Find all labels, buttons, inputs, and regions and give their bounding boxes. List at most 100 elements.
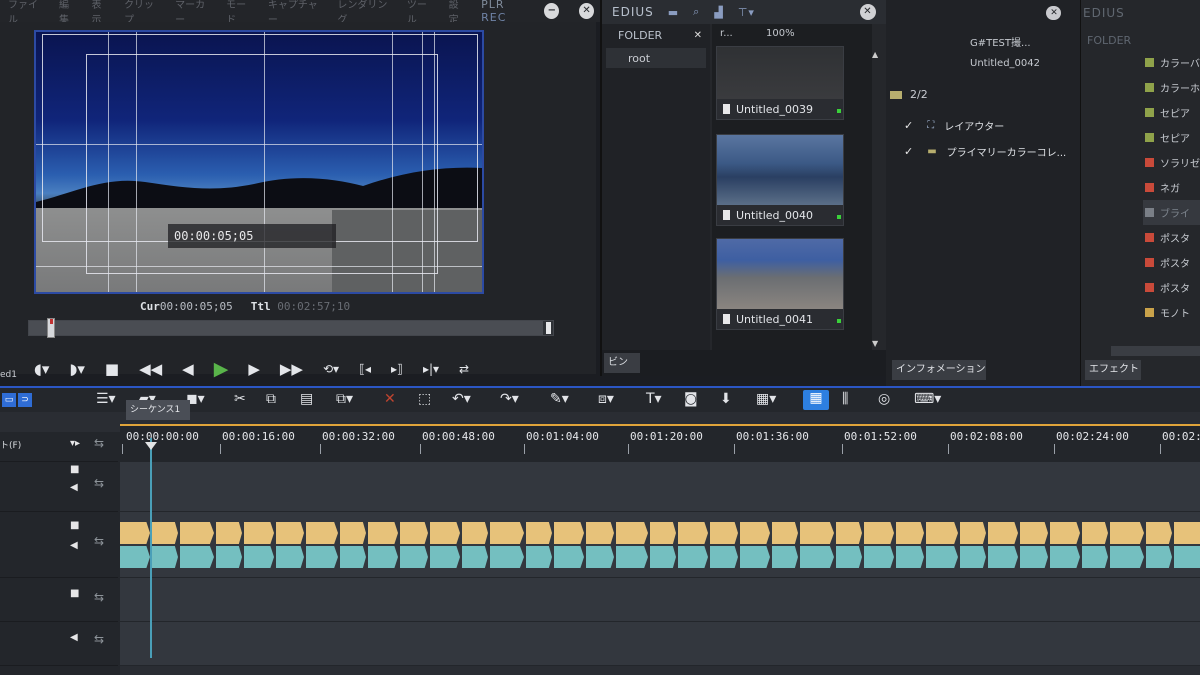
audio-clip[interactable]: [772, 546, 798, 568]
track-header[interactable]: ■ ⇆: [0, 578, 118, 622]
folder-close-icon[interactable]: ✕: [694, 30, 702, 41]
fx-horizontal-scrollbar[interactable]: [1111, 346, 1200, 356]
paste-icon[interactable]: ▤: [300, 391, 313, 407]
audio-clip[interactable]: [836, 546, 862, 568]
snapshot-icon[interactable]: ◙: [684, 391, 698, 407]
delete-icon[interactable]: ✕: [384, 391, 396, 407]
video-clip[interactable]: [896, 522, 924, 544]
cut-icon[interactable]: ✂: [234, 391, 246, 407]
audio-clip[interactable]: [526, 546, 552, 568]
prev-frame-icon[interactable]: ◀: [182, 360, 194, 378]
player-scrub-bar[interactable]: [28, 318, 554, 338]
audio-clip[interactable]: [800, 546, 834, 568]
audio-mixer-icon[interactable]: ⫼: [842, 391, 848, 407]
bin-scrollbar[interactable]: ▲ ▼: [872, 50, 884, 350]
audio-clip[interactable]: [586, 546, 614, 568]
folder-icon[interactable]: ▬: [668, 6, 679, 19]
video-clip[interactable]: [926, 522, 958, 544]
audio-clip[interactable]: [926, 546, 958, 568]
track-header[interactable]: ■ ◀ ⇆: [0, 462, 118, 512]
track-header[interactable]: ◀ ⇆: [0, 622, 118, 666]
audio-clip[interactable]: [1146, 546, 1172, 568]
bin-close-icon[interactable]: ✕: [860, 4, 876, 20]
video-mute-icon[interactable]: ■: [70, 588, 79, 599]
thumbnail-zoom[interactable]: 100%: [766, 28, 795, 39]
video-clip[interactable]: [988, 522, 1018, 544]
effect-item[interactable]: モノト: [1143, 300, 1200, 325]
video-clip[interactable]: [180, 522, 214, 544]
audio-clip[interactable]: [1020, 546, 1048, 568]
fx-close-icon[interactable]: ✕: [1047, 6, 1061, 20]
video-clip[interactable]: [306, 522, 338, 544]
audio-clip[interactable]: [650, 546, 676, 568]
tab-bin[interactable]: ビン: [604, 353, 640, 373]
play-icon[interactable]: ▶: [214, 358, 229, 380]
folder-root-item[interactable]: root: [606, 48, 706, 68]
video-clip[interactable]: [430, 522, 460, 544]
audio-clip[interactable]: [400, 546, 428, 568]
video-mute-icon[interactable]: ■: [70, 464, 79, 475]
track-header[interactable]: ■ ◀ ⇆: [0, 512, 118, 578]
plr-rec-indicator[interactable]: PLR REC: [481, 0, 530, 24]
playhead-marker[interactable]: [145, 442, 157, 450]
mode-icon[interactable]: ▭: [2, 393, 16, 407]
audio-clip[interactable]: [678, 546, 708, 568]
redo-icon[interactable]: ↷▾: [500, 391, 519, 407]
effect-item[interactable]: ポスタ: [1143, 225, 1200, 250]
tab-information[interactable]: インフォメーション: [892, 360, 986, 380]
applied-effect-item[interactable]: ✓ ▬ プライマリーカラーコレ...: [904, 144, 1066, 159]
timeline-ruler[interactable]: 00:00:00:00 00:00:16:00 00:00:32:00 00:0…: [120, 424, 1200, 462]
next-frame-icon[interactable]: ▶: [248, 360, 260, 378]
track-sync-icon[interactable]: ⇆: [94, 436, 104, 450]
audio-clip[interactable]: [896, 546, 924, 568]
audio-clip[interactable]: [554, 546, 584, 568]
timeline-track[interactable]: [120, 462, 1200, 512]
track-sync-icon[interactable]: ⇆: [94, 632, 104, 646]
audio-clip[interactable]: [1082, 546, 1108, 568]
audio-clip[interactable]: [1110, 546, 1144, 568]
view-mode-icon[interactable]: ⊤▾: [738, 6, 755, 19]
audio-clip[interactable]: [368, 546, 398, 568]
stop-icon[interactable]: ■: [105, 360, 119, 378]
render-icon[interactable]: ▦▾: [756, 391, 776, 407]
set-out-icon[interactable]: ▸⟧: [391, 362, 403, 376]
vectorscope-icon[interactable]: ◎: [878, 391, 890, 407]
copy-icon[interactable]: ⧉: [266, 391, 276, 407]
audio-clip[interactable]: [960, 546, 986, 568]
insert-icon[interactable]: ▸|▾: [423, 362, 439, 376]
ripple-delete-icon[interactable]: ⬚: [418, 391, 431, 407]
loop-icon[interactable]: ⟲▾: [323, 362, 339, 376]
check-icon[interactable]: ✓: [904, 119, 913, 132]
video-clip[interactable]: [526, 522, 552, 544]
pen-icon[interactable]: ✎▾: [550, 391, 569, 407]
track-sync-icon[interactable]: ⇆: [94, 534, 104, 548]
undo-icon[interactable]: ↶▾: [452, 391, 471, 407]
audio-clip[interactable]: [490, 546, 524, 568]
scrub-playhead[interactable]: [47, 318, 55, 338]
video-clip[interactable]: [800, 522, 834, 544]
video-clip[interactable]: [120, 522, 150, 544]
clip-item[interactable]: Untitled_0039: [716, 46, 844, 120]
audio-clip[interactable]: [1174, 546, 1200, 568]
video-clip[interactable]: [1146, 522, 1172, 544]
track-sync-icon[interactable]: ⇆: [94, 590, 104, 604]
video-clip[interactable]: [616, 522, 648, 544]
effect-item[interactable]: カラーホ: [1143, 75, 1200, 100]
video-clip[interactable]: [1082, 522, 1108, 544]
title-icon[interactable]: T▾: [646, 391, 662, 407]
applied-effect-item[interactable]: ✓ ⛶ レイアウター: [904, 118, 1004, 133]
tab-effects[interactable]: エフェクト: [1085, 360, 1141, 380]
rubberband-icon[interactable]: ⧈▾: [598, 391, 614, 407]
mark-in-icon[interactable]: ◖▾: [34, 360, 49, 378]
audio-clip[interactable]: [216, 546, 242, 568]
close-button[interactable]: ✕: [579, 3, 595, 19]
new-sequence-icon[interactable]: ☰▾: [96, 391, 116, 407]
audio-clip[interactable]: [1050, 546, 1080, 568]
video-clip[interactable]: [490, 522, 524, 544]
video-clip[interactable]: [864, 522, 894, 544]
audio-clip[interactable]: [462, 546, 488, 568]
effect-item[interactable]: カラーバ: [1143, 50, 1200, 75]
clip-item[interactable]: Untitled_0041: [716, 238, 844, 330]
audio-clip[interactable]: [430, 546, 460, 568]
effect-item[interactable]: セピア: [1143, 100, 1200, 125]
